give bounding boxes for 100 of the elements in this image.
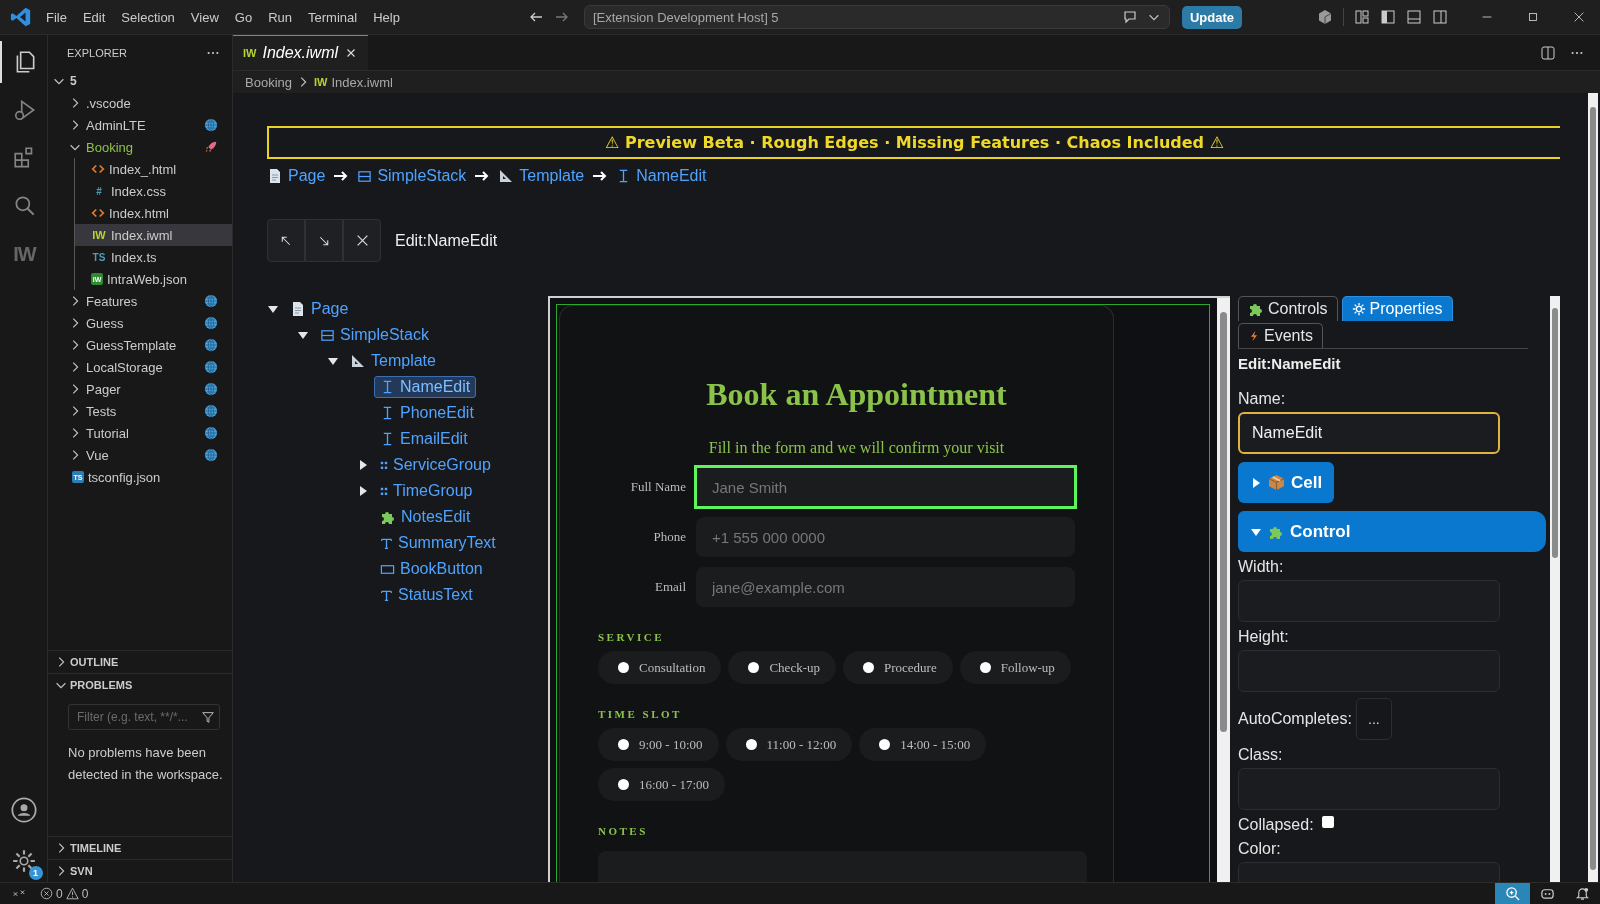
path-link[interactable]: Page [267,167,326,185]
panel-header[interactable]: TIMELINE [48,836,232,859]
entry-name: 5 [70,74,77,88]
folder-entry[interactable]: Vue [48,444,232,466]
radio-option[interactable]: 16:00 - 17:00 [598,768,726,801]
editor-tab[interactable]: IW Index.iwml [233,35,369,70]
sidebar-right-icon[interactable] [1432,9,1448,25]
breadcrumb-item[interactable]: Booking [245,74,292,90]
tree-item[interactable]: EmailEdit [374,428,474,450]
tree-item[interactable]: StatusText [374,584,479,606]
notes-field[interactable] [598,851,1087,882]
scrollbar-thumb[interactable] [1552,308,1558,558]
checkbox[interactable] [1321,816,1334,828]
triangle-icon[interactable] [297,329,309,341]
cube-icon[interactable] [1317,9,1333,25]
menu-item[interactable]: Go [226,5,261,29]
explorer-entry[interactable]: Index.html [75,202,232,224]
tree-item[interactable]: SimpleStack [314,324,435,346]
menu-item[interactable]: Terminal [300,5,366,29]
folder-entry[interactable]: GuessTemplate [48,334,232,356]
folder-entry[interactable]: Booking [48,136,232,158]
explorer-entry[interactable]: TS Index.ts [75,246,232,268]
tree-item[interactable]: BookButton [374,558,489,580]
radio-option[interactable]: 9:00 - 10:00 [598,728,719,761]
radio-option[interactable]: 11:00 - 12:00 [725,728,853,761]
input-field[interactable]: jane@example.com [696,567,1075,607]
section-toggle[interactable]: Control [1238,511,1546,552]
input-field[interactable] [1238,650,1500,692]
panel-header[interactable]: OUTLINE [48,650,232,673]
input-field[interactable]: +1 555 000 0000 [696,517,1075,557]
radio-option[interactable]: 14:00 - 15:00 [859,728,987,761]
scrollbar-thumb[interactable] [1220,312,1227,732]
folder-entry[interactable]: AdminLTE [48,114,232,136]
entry-name: Pager [86,381,121,397]
update-button[interactable]: Update [1181,5,1242,29]
account-icon[interactable] [9,796,38,824]
folder-entry[interactable]: .vscode [48,92,232,114]
layout-icon[interactable] [1354,9,1370,25]
menu-item[interactable]: Selection [113,5,183,29]
triangle-icon[interactable] [327,355,339,367]
radio-option[interactable]: Consultation [598,651,722,684]
explorer-entry[interactable]: Index_.html [75,158,232,180]
maximize-icon[interactable] [1526,10,1540,24]
tree-item[interactable]: PhoneEdit [374,402,480,424]
scrollbar-thumb[interactable] [1590,107,1596,870]
folder-entry[interactable]: Tutorial [48,422,232,444]
tree-item[interactable]: NameEdit [374,376,477,398]
path-link[interactable]: SimpleStack [357,167,467,185]
folder-entry[interactable]: Features [48,290,232,312]
folder-entry[interactable]: Pager [48,378,232,400]
breadcrumb-item[interactable]: Index.iwml [331,74,393,90]
problems-counter[interactable]: 0 0 [40,886,89,901]
tree-item[interactable]: Page [284,298,355,320]
chat-icon[interactable] [1122,9,1139,25]
stack-icon [320,327,335,343]
split-editor-icon[interactable] [1540,44,1556,61]
radio-option[interactable]: Procedure [843,651,953,684]
panel-bottom-icon[interactable] [1406,9,1422,25]
panel-tab[interactable]: Controls [1238,296,1338,321]
filter-icon[interactable] [201,710,215,724]
folder-entry[interactable]: 5 [48,70,232,92]
panel-header[interactable]: PROBLEMS [48,673,232,696]
filter-field[interactable]: Filter (e.g. text, **/*... [68,704,220,730]
name-field[interactable]: NameEdit [1238,412,1500,454]
tree-item[interactable]: NotesEdit [374,506,477,528]
robot-icon[interactable] [1540,886,1555,901]
path-link[interactable]: NameEdit [616,167,707,185]
bell-icon[interactable] [1575,886,1590,901]
sidebar-left-icon[interactable] [1380,9,1396,25]
path-link[interactable]: Template [498,167,585,185]
menu-item[interactable]: File [38,5,75,29]
menu-item[interactable]: Help [365,5,408,29]
folder-entry[interactable]: Tests [48,400,232,422]
explorer-entry[interactable]: IW Index.iwml [75,224,232,246]
section-toggle[interactable]: Cell [1238,462,1335,503]
tree-item[interactable]: Template [344,350,442,372]
menu-item[interactable]: View [182,5,227,29]
input-field[interactable] [1238,580,1500,622]
ellipsis-button[interactable]: ... [1355,698,1392,740]
menu-item[interactable]: Run [260,5,300,29]
input-field[interactable] [1238,768,1500,810]
explorer-entry[interactable]: # Index.css [75,180,232,202]
folder-entry[interactable]: LocalStorage [48,356,232,378]
menu-item[interactable]: Edit [74,5,114,29]
triangle-icon[interactable] [357,485,369,497]
settings-icon[interactable] [10,848,37,874]
radio-option[interactable]: Follow-up [959,651,1071,684]
radio-option[interactable]: Check-up [728,651,836,684]
panel-tab[interactable]: Events [1238,323,1323,348]
triangle-icon[interactable] [267,303,279,315]
panel-tab[interactable]: Properties [1341,296,1453,321]
close-icon[interactable] [1572,10,1586,24]
tree-item[interactable]: SummaryText [374,532,502,554]
tree-item[interactable]: ServiceGroup [374,454,497,476]
command-center[interactable]: [Extension Development Host] 5 [583,5,1170,29]
input-field[interactable]: Jane Smith [696,467,1075,507]
tree-item[interactable]: TimeGroup [374,480,479,502]
folder-entry[interactable]: Guess [48,312,232,334]
triangle-icon[interactable] [357,459,369,471]
zoom-in-icon[interactable] [1505,886,1520,901]
